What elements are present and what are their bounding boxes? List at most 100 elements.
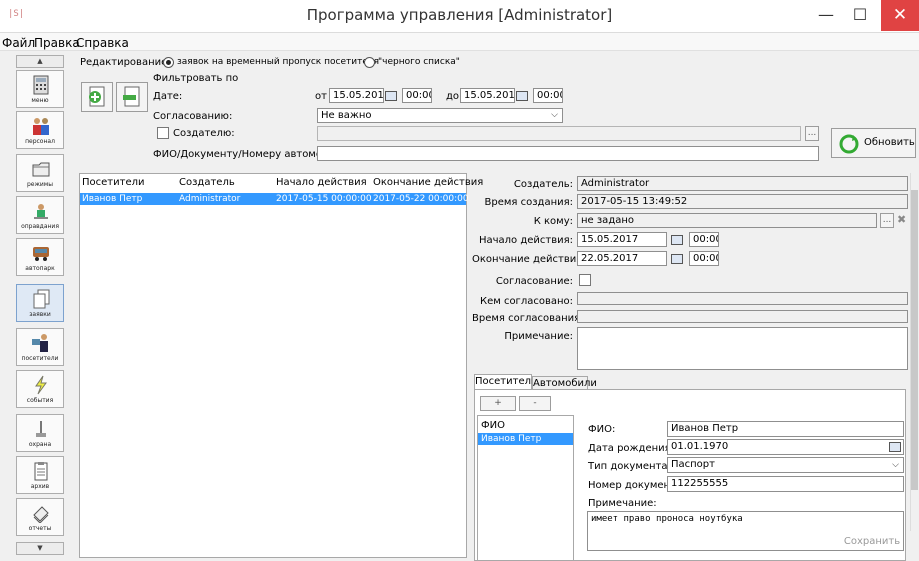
detail-start-time-field[interactable]: 00:00 [689,232,719,247]
date-from-field[interactable]: 15.05.2017 [329,88,384,103]
folder-icon [32,162,50,177]
sidebar-item-label: заявки [29,311,51,318]
radio-temp-pass[interactable] [163,57,174,68]
visitor-icon [32,334,48,352]
detail-approval-checkbox[interactable] [579,274,591,286]
add-visitor-button[interactable]: + [480,396,516,411]
detail-approval-label: Согласование: [495,276,573,287]
detail-end-date-field[interactable]: 22.05.2017 [577,251,667,266]
user-doc-icon [34,204,48,219]
fio-filter-input[interactable] [317,146,819,161]
details-scrollbar-thumb[interactable] [911,190,918,490]
save-button[interactable]: Сохранить [833,532,911,554]
car-icon [33,247,49,261]
detail-start-date-field[interactable]: 15.05.2017 [577,232,667,247]
detail-approved-by-label: Кем согласовано: [479,296,573,307]
time-from-field[interactable]: 00:00 [402,88,432,103]
sidebar-item-archive[interactable]: архив [16,456,64,494]
sidebar-item-modes[interactable]: режимы [16,154,64,192]
minimize-button[interactable]: — [809,0,843,31]
add-document-icon [89,86,105,107]
close-button[interactable]: ✕ [881,0,919,31]
visitor-fio-field[interactable]: Иванов Петр [667,421,904,437]
column-header-end[interactable]: Окончание действия [373,177,483,188]
sidebar-item-menu[interactable]: меню [16,70,64,108]
date-to-field[interactable]: 15.05.2017 [460,88,515,103]
chevron-down-icon: ⌵ [892,460,899,470]
column-header-visitors[interactable]: Посетители [82,177,144,188]
sidebar-scroll-down[interactable]: ▼ [16,542,64,555]
table-cell: Administrator [179,194,241,204]
detail-to-whom-label: К кому: [533,216,573,227]
detail-to-whom-field: не задано [577,213,877,228]
remove-document-icon [123,86,140,107]
approval-select[interactable]: Не важно ⌵ [317,108,563,123]
sidebar-item-visitors[interactable]: посетители [16,328,64,366]
menu-help[interactable]: Справка [76,36,129,50]
visitor-doc-type-select[interactable]: Паспорт ⌵ [667,457,904,473]
clear-icon[interactable]: ✖ [897,213,906,226]
refresh-button[interactable]: Обновить [831,128,916,158]
date-label: Дате: [153,91,183,102]
refresh-label: Обновить [864,137,915,148]
sidebar-item-requests[interactable]: заявки [16,284,64,322]
date-to-label: до [446,91,460,102]
maximize-button[interactable]: ☐ [843,0,877,31]
calendar-icon[interactable] [889,442,901,452]
refresh-icon [839,134,859,154]
add-button[interactable] [81,82,113,112]
menu-file[interactable]: Файл [2,36,35,50]
column-header-start[interactable]: Начало действия [276,177,367,188]
creator-browse-button[interactable]: ... [805,126,819,141]
sidebar-item-reports[interactable]: отчеты [16,498,64,536]
visitor-doc-type-value: Паспорт [671,459,715,470]
creator-field[interactable] [317,126,801,141]
guard-icon [36,421,46,437]
sidebar-item-label: охрана [28,441,52,448]
calendar-icon[interactable] [671,254,683,264]
remove-button[interactable] [116,82,148,112]
list-item-label: Иванов Петр [481,434,542,444]
detail-created-field: 2017-05-15 13:49:52 [577,194,908,209]
sidebar-item-personnel[interactable]: персонал [16,111,64,149]
calendar-icon[interactable] [385,91,397,101]
detail-creator-field: Administrator [577,176,908,191]
sidebar-item-label: персонал [25,138,55,145]
creator-checkbox[interactable] [157,127,169,139]
radio-blacklist[interactable] [364,57,375,68]
visitor-doc-type-label: Тип документа: [588,461,671,472]
table-cell: Иванов Петр [82,194,143,204]
chevron-down-icon: ⌵ [551,110,558,120]
remove-visitor-button[interactable]: - [519,396,551,411]
sidebar-item-label: оправдания [21,223,59,230]
radio-temp-pass-label: заявок на временный пропуск посетителя [177,57,380,67]
time-to-field[interactable]: 00:00 [533,88,563,103]
tab-visitors[interactable]: Посетители [474,374,537,390]
creator-label: Создателю: [173,128,235,139]
detail-note-textarea[interactable] [577,327,908,370]
documents-icon [33,289,50,309]
to-whom-browse-button[interactable]: ... [880,213,894,228]
calculator-icon [33,75,49,95]
sidebar-item-label: меню [31,97,49,104]
sidebar-item-label: посетители [21,355,59,362]
list-item[interactable]: Иванов Петр [478,433,573,445]
menu-edit[interactable]: Правка [34,36,80,50]
visitor-doc-number-field[interactable]: 112255555 [667,476,904,492]
detail-approved-by-field [577,292,908,305]
sidebar-item-security[interactable]: охрана [16,414,64,452]
visitor-fio-label: ФИО: [588,424,616,435]
sidebar-item-events[interactable]: события [16,370,64,408]
detail-note-label: Примечание: [504,331,573,342]
clipboard-icon [34,462,48,481]
column-header-creator[interactable]: Создатель [179,177,235,188]
window-title: Программа управления [Administrator] [306,6,613,24]
calendar-icon[interactable] [516,91,528,101]
visitor-birth-field[interactable]: 01.01.1970 [667,439,904,455]
sidebar-item-fleet[interactable]: автопарк [16,238,64,276]
detail-approval-time-label: Время согласования: [472,313,584,324]
calendar-icon[interactable] [671,235,683,245]
detail-end-time-field[interactable]: 00:00 [689,251,719,266]
sidebar-item-excuses[interactable]: оправдания [16,196,64,234]
sidebar-scroll-up[interactable]: ▲ [16,55,64,68]
